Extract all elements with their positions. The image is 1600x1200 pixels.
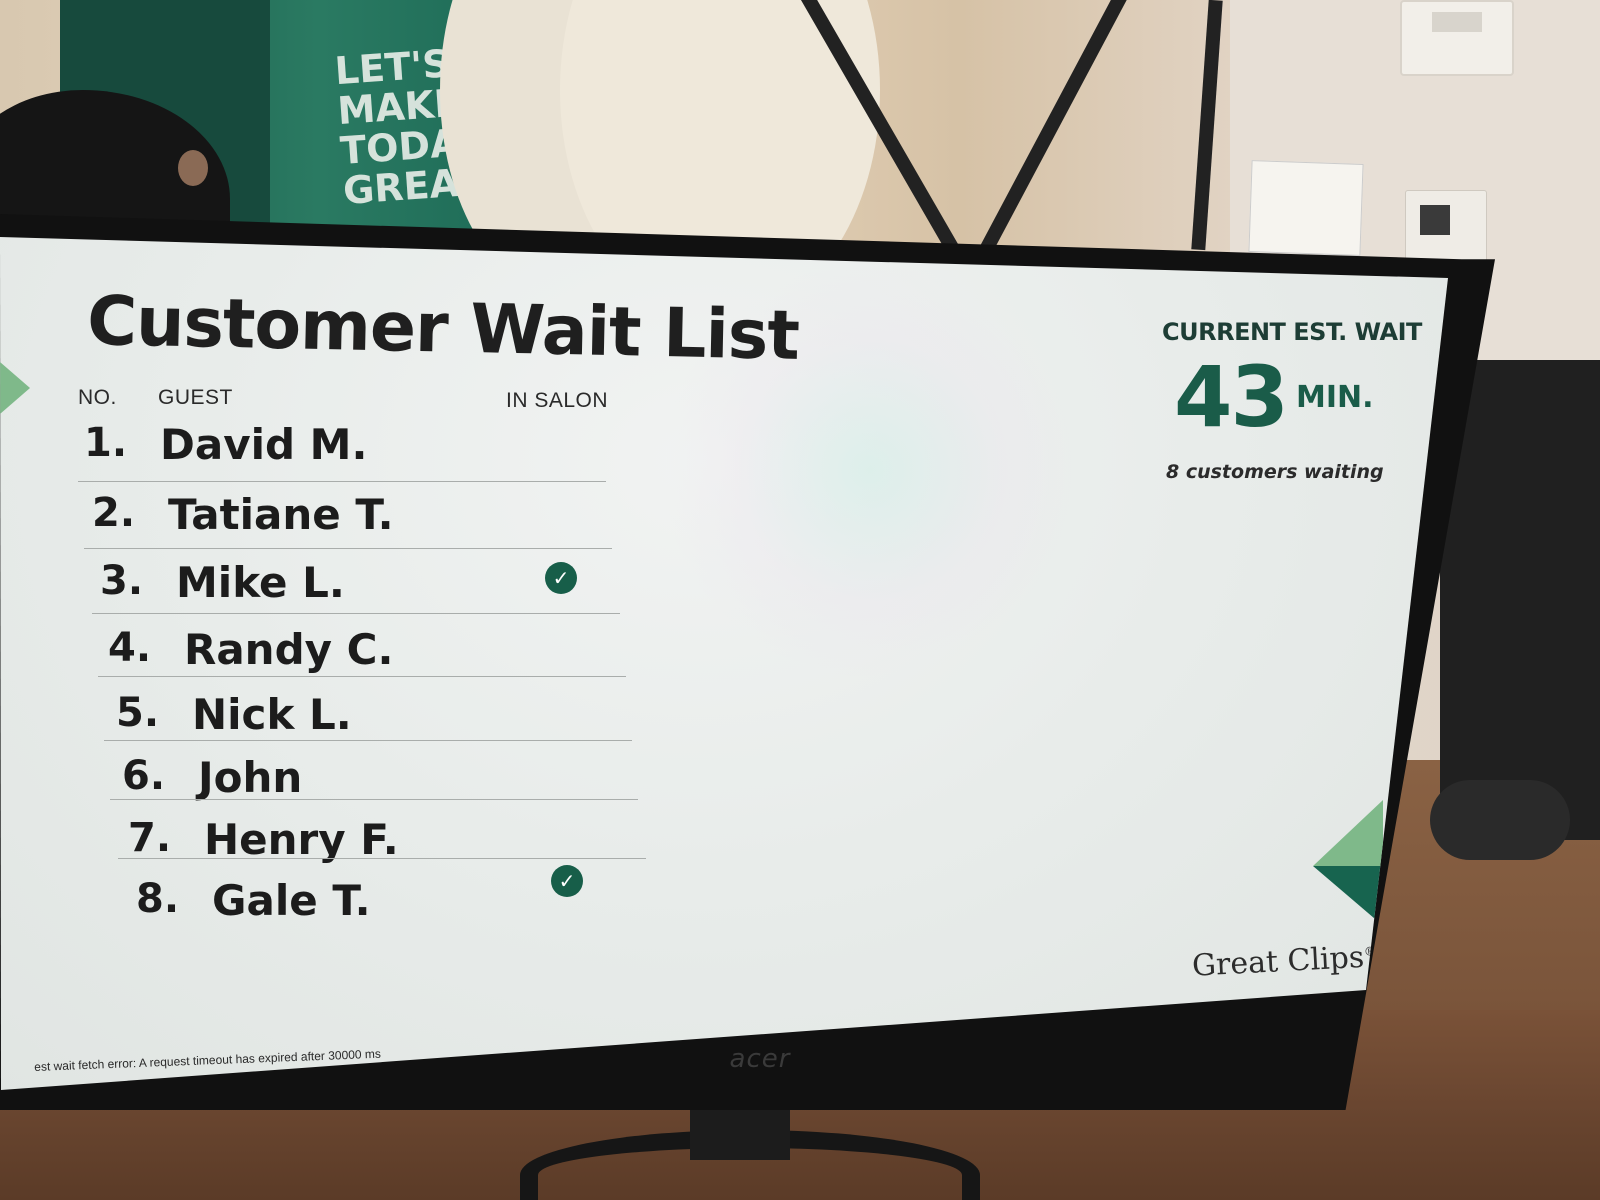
guest-number: 8. xyxy=(136,876,180,922)
guest-name: John xyxy=(198,753,303,802)
wait-unit: MIN. xyxy=(1296,380,1374,415)
customers-waiting: 8 customers waiting xyxy=(1166,461,1384,483)
green-triangle-decor xyxy=(1313,800,1383,866)
wall-switch xyxy=(1405,190,1487,262)
thermostat xyxy=(1400,0,1514,76)
guest-number: 2. xyxy=(92,490,136,536)
guest-name: Tatiane T. xyxy=(168,490,394,539)
green-triangle-decor xyxy=(0,362,30,414)
person-head xyxy=(178,150,208,186)
wait-label: CURRENT EST. WAIT xyxy=(1162,318,1422,346)
row-divider xyxy=(110,799,638,800)
guest-name: Nick L. xyxy=(192,690,352,739)
row-divider xyxy=(92,613,620,614)
column-header-in-salon: IN SALON xyxy=(506,389,609,412)
guest-number: 5. xyxy=(116,690,160,736)
check-circle-icon: ✓ xyxy=(545,562,577,594)
guest-name: Randy C. xyxy=(184,625,394,674)
column-header-guest: GUEST xyxy=(158,386,233,409)
row-divider xyxy=(118,858,646,859)
brand-logo: Great Clips® xyxy=(1191,939,1377,984)
guest-name: Henry F. xyxy=(204,815,399,864)
check-circle-icon: ✓ xyxy=(551,865,583,897)
row-divider xyxy=(104,740,632,741)
guest-number: 3. xyxy=(100,558,144,604)
row-divider xyxy=(98,676,626,677)
row-divider xyxy=(78,481,606,482)
frame-bar xyxy=(963,0,1131,284)
brand-name: Great Clips xyxy=(1191,939,1366,984)
guest-number: 1. xyxy=(84,420,128,466)
wall-notice xyxy=(1248,160,1364,256)
monitor-logo: acer xyxy=(729,1044,791,1074)
row-divider xyxy=(84,548,612,549)
column-header-number: NO. xyxy=(78,386,117,409)
guest-number: 6. xyxy=(122,753,166,799)
scanner-base xyxy=(1430,780,1570,860)
dark-triangle-decor xyxy=(1313,866,1381,924)
guest-number: 4. xyxy=(108,625,152,671)
wait-minutes: 43 xyxy=(1174,348,1289,446)
page-title: Customer Wait List xyxy=(86,282,800,376)
guest-name: Gale T. xyxy=(212,876,371,925)
frame-bar xyxy=(1191,0,1223,251)
guest-number: 7. xyxy=(128,815,172,861)
guest-name: Mike L. xyxy=(176,558,345,607)
guest-name: David M. xyxy=(160,420,368,469)
